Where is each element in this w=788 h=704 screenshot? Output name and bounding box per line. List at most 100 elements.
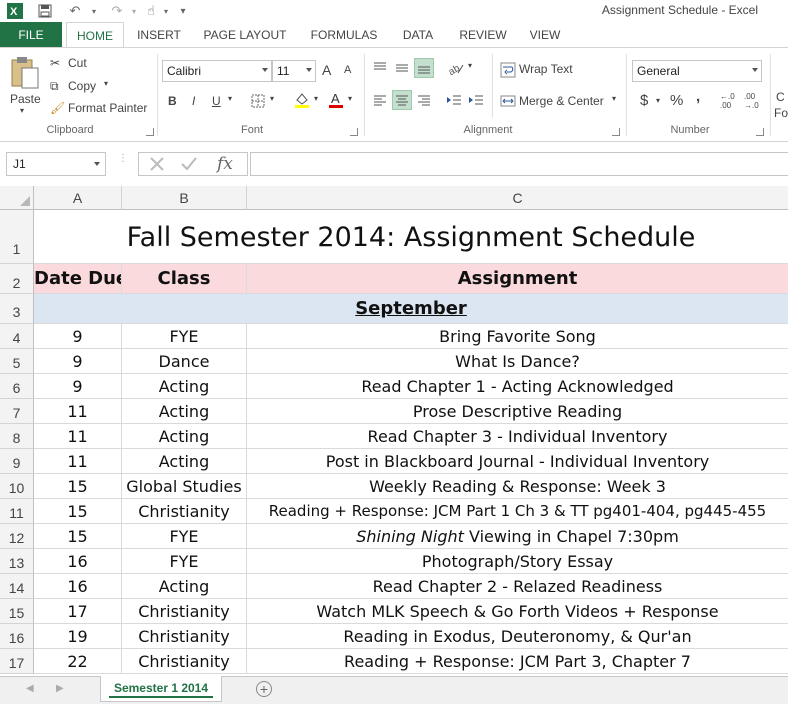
merge-center-button[interactable]: Merge & Center <box>519 94 604 108</box>
column-header-a[interactable]: A <box>34 186 122 210</box>
shrink-font-button[interactable]: A <box>344 64 351 76</box>
row-header[interactable]: 5 <box>0 349 34 374</box>
row-header[interactable]: 8 <box>0 424 34 449</box>
tab-page-layout[interactable]: PAGE LAYOUT <box>200 22 290 48</box>
assignment-cell[interactable]: Watch MLK Speech & Go Forth Videos + Res… <box>247 599 788 624</box>
decrease-indent-icon[interactable] <box>444 90 464 110</box>
copy-button[interactable]: Copy <box>68 79 96 93</box>
fill-color-icon[interactable] <box>292 90 312 110</box>
sheet-tab-semester-1-2014[interactable]: Semester 1 2014 <box>100 676 222 702</box>
class-cell[interactable]: Acting <box>122 574 247 599</box>
undo-icon[interactable]: ↶ <box>64 2 86 20</box>
column-header-b[interactable]: B <box>122 186 247 210</box>
class-cell[interactable]: Christianity <box>122 499 247 524</box>
customize-toolbar-icon[interactable]: ▾ <box>176 2 190 20</box>
row-header[interactable]: 11 <box>0 499 34 524</box>
date-cell[interactable]: 19 <box>34 624 122 649</box>
class-cell[interactable]: FYE <box>122 524 247 549</box>
tab-formulas[interactable]: FORMULAS <box>306 22 382 48</box>
class-cell[interactable]: Acting <box>122 374 247 399</box>
font-color-dropdown-icon[interactable]: ▾ <box>348 94 352 103</box>
save-icon[interactable] <box>34 2 56 20</box>
row-header[interactable]: 1 <box>0 210 34 264</box>
row-header[interactable]: 13 <box>0 549 34 574</box>
percent-button[interactable]: % <box>670 92 683 109</box>
row-header[interactable]: 4 <box>0 324 34 349</box>
assignment-cell[interactable]: Post in Blackboard Journal - Individual … <box>247 449 788 474</box>
tab-insert[interactable]: INSERT <box>132 22 186 48</box>
assignment-cell[interactable]: What Is Dance? <box>247 349 788 374</box>
borders-dropdown-icon[interactable]: ▾ <box>270 94 274 103</box>
assignment-cell[interactable]: Reading + Response: JCM Part 1 Ch 3 & TT… <box>247 499 788 524</box>
name-box[interactable]: J1 <box>6 152 106 176</box>
clipboard-launcher-icon[interactable] <box>146 128 154 136</box>
row-header[interactable]: 16 <box>0 624 34 649</box>
underline-dropdown-icon[interactable]: ▾ <box>228 94 232 103</box>
cancel-icon[interactable] <box>147 154 167 174</box>
row-header[interactable]: 6 <box>0 374 34 399</box>
scroll-left-icon[interactable]: ◀ <box>26 683 34 694</box>
scroll-right-icon[interactable]: ▶ <box>56 683 64 694</box>
tab-view[interactable]: VIEW <box>524 22 566 48</box>
align-left-icon[interactable] <box>370 90 390 110</box>
tab-review[interactable]: REVIEW <box>456 22 510 48</box>
add-sheet-button[interactable]: + <box>256 681 272 697</box>
format-painter-button[interactable]: Format Painter <box>68 101 147 115</box>
row-header[interactable]: 10 <box>0 474 34 499</box>
date-cell[interactable]: 11 <box>34 399 122 424</box>
row-header[interactable]: 12 <box>0 524 34 549</box>
class-cell[interactable]: Global Studies <box>122 474 247 499</box>
date-cell[interactable]: 22 <box>34 649 122 674</box>
wrap-text-icon[interactable] <box>498 60 518 80</box>
align-center-icon[interactable] <box>392 90 412 110</box>
formula-input[interactable] <box>250 152 788 176</box>
touch-dropdown-icon[interactable]: ▾ <box>160 2 172 20</box>
assignment-cell[interactable]: Read Chapter 3 - Individual Inventory <box>247 424 788 449</box>
orientation-icon[interactable]: ab <box>446 58 466 78</box>
class-cell[interactable]: Christianity <box>122 624 247 649</box>
bold-button[interactable]: B <box>168 94 177 108</box>
class-cell[interactable]: FYE <box>122 324 247 349</box>
date-cell[interactable]: 16 <box>34 574 122 599</box>
assignment-cell[interactable]: Read Chapter 2 - Relazed Readiness <box>247 574 788 599</box>
date-cell[interactable]: 11 <box>34 449 122 474</box>
copy-dropdown-icon[interactable]: ▾ <box>104 79 108 88</box>
class-cell[interactable]: Christianity <box>122 599 247 624</box>
increase-decimal-button[interactable]: ←.0 .00 <box>720 92 738 110</box>
assignment-cell[interactable]: Shining Night Viewing in Chapel 7:30pm <box>247 524 788 549</box>
paste-dropdown-icon[interactable]: ▾ <box>20 106 24 115</box>
merge-dropdown-icon[interactable]: ▾ <box>612 94 616 103</box>
row-header[interactable]: 15 <box>0 599 34 624</box>
conditional-formatting-button-partial[interactable]: C <box>776 90 785 104</box>
font-name-combo[interactable]: Calibri <box>162 60 272 82</box>
row-header[interactable]: 17 <box>0 649 34 674</box>
class-cell[interactable]: Acting <box>122 449 247 474</box>
fill-color-dropdown-icon[interactable]: ▾ <box>314 94 318 103</box>
redo-icon[interactable]: ↷ <box>106 2 128 20</box>
assignment-cell[interactable]: Photograph/Story Essay <box>247 549 788 574</box>
column-title-date-due[interactable]: Date Due <box>34 264 122 294</box>
row-header[interactable]: 14 <box>0 574 34 599</box>
font-size-combo[interactable]: 11 <box>272 60 316 82</box>
paste-icon[interactable] <box>8 54 42 92</box>
align-top-icon[interactable] <box>370 58 390 78</box>
increase-indent-icon[interactable] <box>466 90 486 110</box>
align-middle-icon[interactable] <box>392 58 412 78</box>
alignment-launcher-icon[interactable] <box>612 128 620 136</box>
currency-button[interactable]: $ <box>640 92 648 109</box>
date-cell[interactable]: 15 <box>34 524 122 549</box>
date-cell[interactable]: 11 <box>34 424 122 449</box>
font-color-icon[interactable]: A <box>326 90 346 110</box>
comma-button[interactable]: , <box>696 88 700 105</box>
row-header[interactable]: 2 <box>0 264 34 294</box>
assignment-cell[interactable]: Read Chapter 1 - Acting Acknowledged <box>247 374 788 399</box>
date-cell[interactable]: 15 <box>34 499 122 524</box>
cut-button[interactable]: Cut <box>68 56 87 70</box>
class-cell[interactable]: Dance <box>122 349 247 374</box>
insert-function-icon[interactable]: fx <box>217 154 233 174</box>
undo-dropdown-icon[interactable]: ▾ <box>88 2 100 20</box>
assignment-cell[interactable]: Reading + Response: JCM Part 3, Chapter … <box>247 649 788 674</box>
assignment-cell[interactable]: Prose Descriptive Reading <box>247 399 788 424</box>
tab-data[interactable]: DATA <box>396 22 440 48</box>
number-launcher-icon[interactable] <box>756 128 764 136</box>
